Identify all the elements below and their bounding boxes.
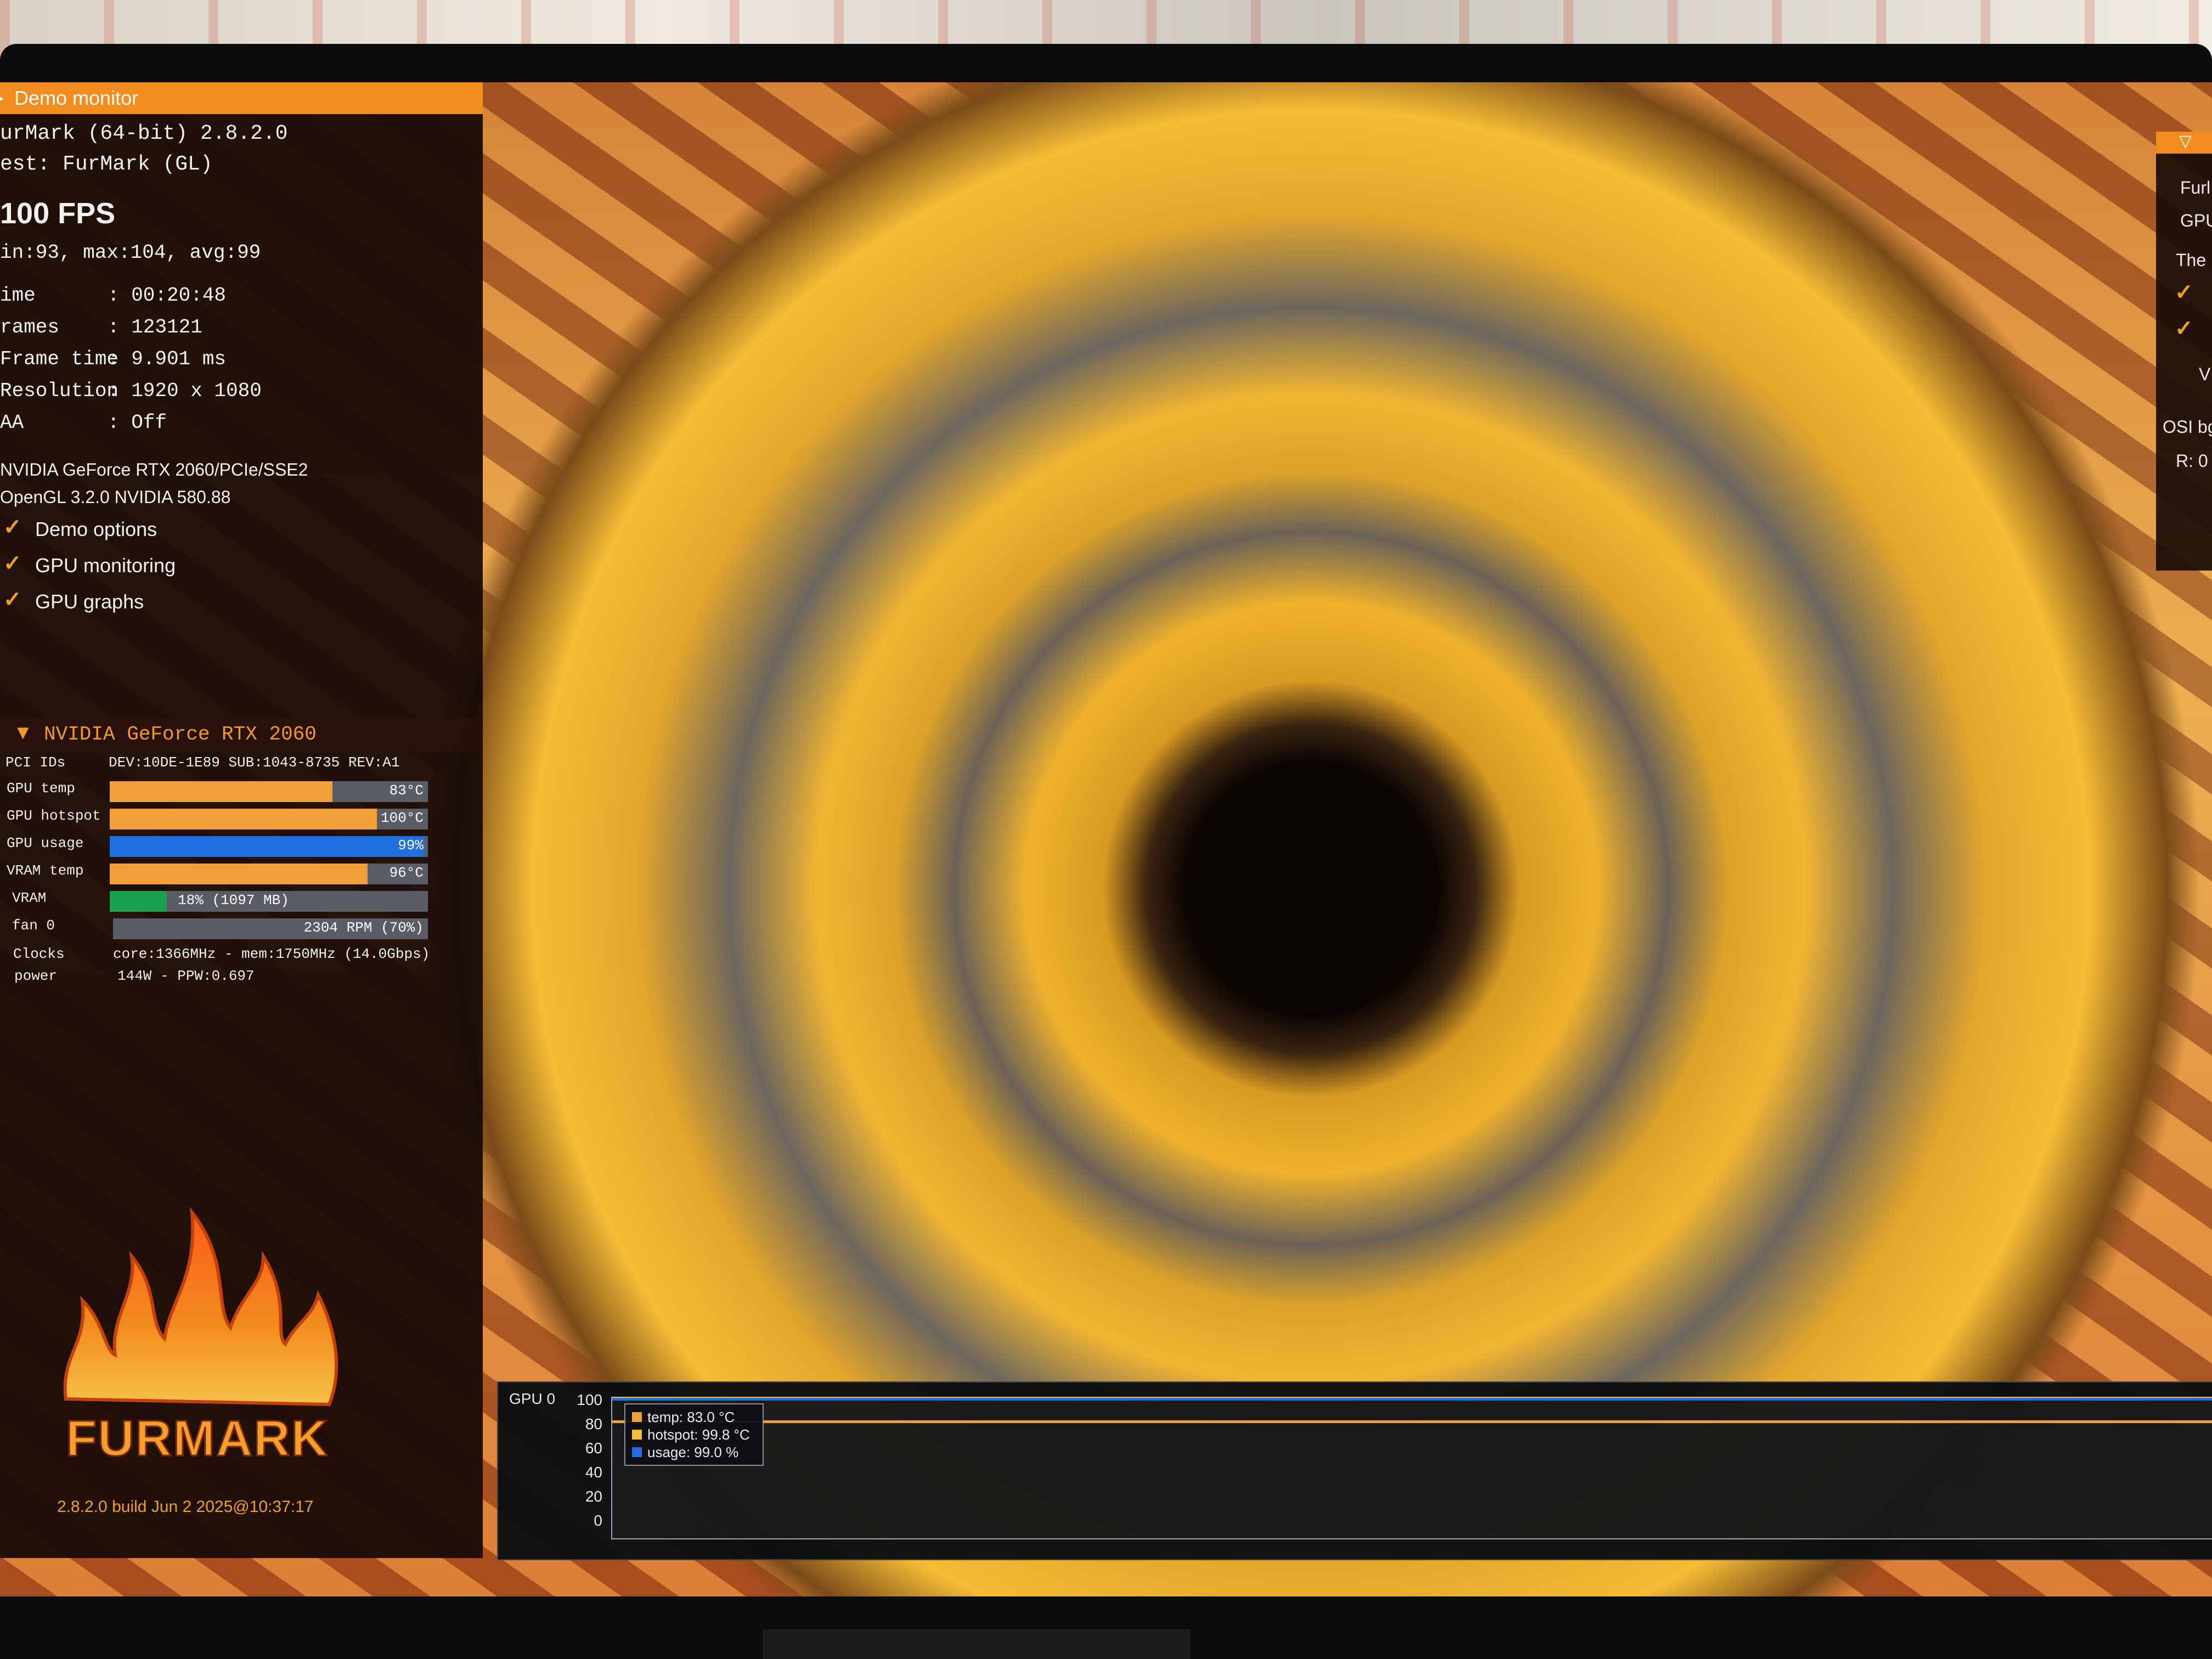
y-tick-label: 60 [585, 1440, 602, 1457]
metric-text: 99% [398, 837, 424, 854]
metric-label-gpu-temp: GPU temp [7, 780, 75, 797]
fps-stats: in:93, max:104, avg:99 [0, 241, 261, 264]
metric-label-gpu-hotspot: GPU hotspot [7, 808, 101, 824]
fps-value: 100 FPS [0, 197, 116, 230]
gpu-section-title: NVIDIA GeForce RTX 2060 [44, 723, 317, 746]
right-panel-line: V [2199, 364, 2211, 384]
right-side-panel: ▽ Furl GPU The ✓ ✓ V OSI bg R: 0 [2156, 132, 2212, 571]
metric-bar-fill [110, 809, 377, 830]
metric-text: 100°C [380, 810, 424, 826]
furmark-logo-text: FURMARK [65, 1410, 329, 1468]
right-panel-line: GPU [2180, 211, 2212, 230]
graph-title: GPU 0 [509, 1390, 556, 1407]
series-line-usage [612, 1397, 2212, 1401]
metric-bar-fill [113, 918, 334, 939]
stat-value-frame-time: : 9.901 ms [108, 348, 227, 370]
collapse-triangle-icon[interactable]: ▸ [0, 82, 4, 114]
option-gpu-graphs[interactable]: ✓ GPU graphs [0, 584, 329, 617]
metric-text: 2304 RPM (70%) [303, 919, 424, 936]
series-line-temp [612, 1420, 2212, 1423]
right-panel-line: Furl [2180, 178, 2211, 198]
app-name-line: urMark (64-bit) 2.8.2.0 [0, 122, 288, 145]
metric-bar-fill [110, 781, 332, 802]
build-info: 2.8.2.0 build Jun 2 2025@10:37:17 [57, 1498, 314, 1516]
demo-monitor-titlebar[interactable]: ▸ Demo monitor [0, 82, 483, 114]
renderer-gpu-line: NVIDIA GeForce RTX 2060/PCIe/SSE2 [0, 460, 308, 479]
stat-label-aa: AA [0, 411, 24, 434]
graph-legend: temp: 83.0 °C hotspot: 99.8 °C usage: 99… [624, 1403, 764, 1466]
monitor-stand [763, 1629, 1190, 1659]
metric-label-fan: fan 0 [12, 917, 55, 934]
right-panel-line: The [2176, 250, 2207, 270]
legend-label: hotspot: 99.8 °C [647, 1426, 750, 1443]
gpu-graph-panel: GPU 0 100 80 60 40 20 0 temp: 83.0 °C ho… [497, 1381, 2212, 1560]
metric-bar-vram-temp: 96°C [110, 864, 428, 884]
right-panel-line: R: 0 [2176, 451, 2208, 471]
graph-plot-area [611, 1396, 2212, 1539]
option-label: Demo options [35, 518, 157, 540]
legend-swatch [632, 1447, 642, 1457]
monitor-screen: ▸ Demo monitor urMark (64-bit) 2.8.2.0 e… [0, 82, 2212, 1596]
test-name-line: est: FurMark (GL) [0, 153, 213, 176]
stat-value-resolution: : 1920 x 1080 [108, 380, 262, 402]
checkmark-icon: ✓ [3, 588, 22, 612]
renderer-gl-line: OpenGL 3.2.0 NVIDIA 580.88 [0, 487, 231, 507]
option-label: GPU monitoring [35, 554, 176, 577]
y-tick-label: 80 [585, 1415, 602, 1432]
stat-value-frames: : 123121 [108, 316, 202, 338]
metric-bar-gpu-usage: 99% [110, 836, 428, 857]
legend-swatch [632, 1412, 642, 1422]
y-tick-label: 100 [577, 1391, 602, 1408]
demo-monitor-title: Demo monitor [14, 87, 139, 109]
stat-value-aa: : Off [108, 411, 167, 434]
power-value: 144W - PPW:0.697 [117, 968, 255, 984]
metric-bar-fill [110, 836, 425, 857]
checkmark-icon: ✓ [3, 551, 22, 575]
metric-bar-fan: 2304 RPM (70%) [113, 918, 428, 939]
option-label: GPU graphs [35, 590, 144, 613]
pci-label: PCI IDs [5, 754, 66, 771]
checkmark-icon: ✓ [3, 515, 22, 539]
stat-label-time: ime [0, 284, 36, 307]
checkmark-icon[interactable]: ✓ [2175, 280, 2193, 305]
demo-monitor-panel: ▸ Demo monitor urMark (64-bit) 2.8.2.0 e… [0, 82, 483, 1558]
stat-label-frame-time: Frame time [0, 348, 119, 370]
metric-label-vram: VRAM [12, 890, 47, 906]
stat-label-frames: rames [0, 316, 60, 338]
metric-bar-fill [110, 864, 368, 884]
clocks-value: core:1366MHz - mem:1750MHz (14.0Gbps) [113, 946, 430, 962]
clocks-label: Clocks [13, 946, 65, 962]
metric-label-vram-temp: VRAM temp [7, 862, 84, 879]
right-panel-header[interactable]: ▽ [2156, 132, 2212, 154]
option-demo-options[interactable]: ✓ Demo options [0, 511, 329, 544]
metric-bar-gpu-hotspot: 100°C [110, 809, 428, 830]
metric-bar-vram: 18% (1097 MB) [110, 891, 428, 912]
metric-text: 18% (1097 MB) [178, 892, 289, 909]
checkmark-icon[interactable]: ✓ [2175, 316, 2193, 341]
right-panel-line: OSI bg [2163, 417, 2212, 437]
pci-value: DEV:10DE-1E89 SUB:1043-8735 REV:A1 [109, 754, 400, 771]
option-gpu-monitoring[interactable]: ✓ GPU monitoring [0, 548, 329, 580]
stat-label-resolution: Resolution [0, 380, 119, 402]
legend-label: usage: 99.0 % [647, 1444, 739, 1460]
y-tick-label: 40 [585, 1464, 602, 1481]
gpu-section-header[interactable]: ▼ NVIDIA GeForce RTX 2060 [0, 718, 483, 752]
metric-text: 83°C [389, 782, 424, 799]
metric-text: 96°C [389, 865, 424, 881]
metric-label-gpu-usage: GPU usage [7, 835, 84, 851]
expand-triangle-icon[interactable]: ▽ [2179, 132, 2192, 151]
y-tick-label: 20 [585, 1488, 602, 1505]
legend-label: temp: 83.0 °C [647, 1409, 735, 1425]
metric-bar-gpu-temp: 83°C [110, 781, 428, 802]
stat-value-time: : 00:20:48 [108, 284, 227, 307]
y-tick-label: 0 [594, 1512, 602, 1529]
metric-bar-fill [110, 891, 167, 912]
legend-swatch [632, 1430, 642, 1440]
power-label: power [14, 968, 58, 984]
expand-triangle-icon[interactable]: ▼ [13, 721, 33, 744]
